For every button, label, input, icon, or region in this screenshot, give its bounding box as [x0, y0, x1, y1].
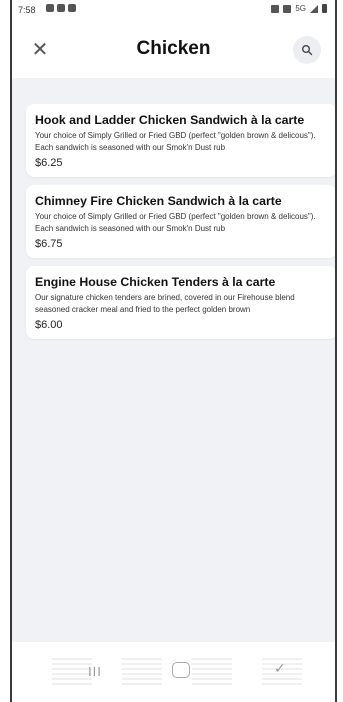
item-name: Chimney Fire Chicken Sandwich à la carte [35, 194, 282, 208]
section-divider [12, 78, 335, 98]
recents-button[interactable]: III [88, 664, 102, 679]
page-title: Chicken [136, 38, 211, 59]
item-description: Our signature chicken tenders are brined… [35, 293, 295, 314]
item-price: $6.25 [35, 157, 63, 169]
item-price: $6.75 [35, 238, 63, 250]
wifi-icon [283, 4, 292, 13]
item-name: Hook and Ladder Chicken Sandwich à la ca… [35, 113, 305, 127]
item-name: Engine House Chicken Tenders à la carte [35, 275, 276, 289]
system-icons: 5G [271, 4, 327, 13]
phone-screen: 7:58 5G ✕ Chicken Hook and Ladder Chicke… [10, 0, 337, 702]
search-icon [302, 45, 313, 56]
menu-item-chimney-fire[interactable]: Chimney Fire Chicken Sandwich à la carte… [26, 185, 335, 258]
menu-item-hook-and-ladder[interactable]: Hook and Ladder Chicken Sandwich à la ca… [26, 104, 335, 177]
item-description: Your choice of Simply Grilled or Fried G… [35, 131, 316, 152]
item-price: $6.00 [35, 319, 63, 331]
notification-icon [46, 4, 54, 12]
app-thumbnail [192, 657, 232, 685]
notification-icon [68, 4, 76, 12]
item-description: Your choice of Simply Grilled or Fried G… [35, 212, 316, 233]
menu-item-engine-house[interactable]: Engine House Chicken Tenders à la carte … [26, 266, 335, 339]
home-icon[interactable] [172, 662, 190, 678]
notification-icons [46, 4, 76, 12]
menu-list: Hook and Ladder Chicken Sandwich à la ca… [26, 104, 335, 347]
notification-icon [57, 4, 65, 12]
app-thumbnail [122, 657, 162, 685]
system-navigation-bar: III ✓ [12, 642, 335, 702]
header: ✕ Chicken [12, 30, 335, 70]
screen: 7:58 5G ✕ Chicken Hook and Ladder Chicke… [0, 0, 343, 702]
back-icon[interactable]: ✓ [274, 660, 286, 677]
top-area: 7:58 5G ✕ Chicken [12, 0, 335, 78]
network-label: 5G [295, 4, 306, 13]
search-button[interactable] [293, 36, 321, 64]
battery-icon [322, 4, 327, 13]
app-thumbnail [52, 657, 92, 685]
status-bar: 7:58 5G [12, 0, 335, 22]
status-time: 7:58 [18, 5, 36, 15]
signal-icon [310, 4, 318, 13]
alarm-icon [271, 4, 280, 13]
